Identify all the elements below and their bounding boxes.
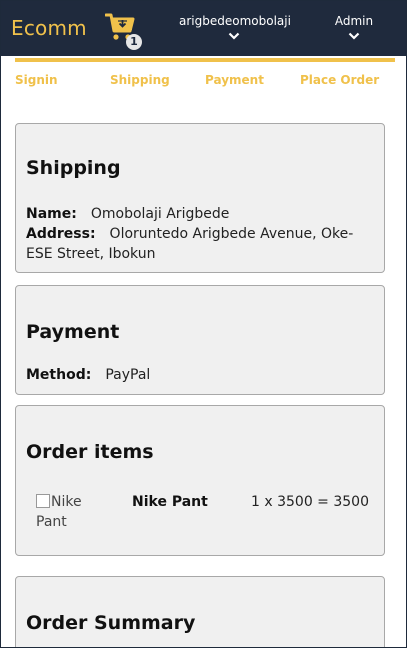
cart-count-badge: 1 xyxy=(126,34,142,50)
order-summary-card: Order Summary xyxy=(15,576,385,647)
name-label: Name: xyxy=(26,206,77,222)
admin-menu-dropdown[interactable]: Admin xyxy=(331,14,377,40)
order-summary-title: Order Summary xyxy=(26,612,196,634)
brand-logo[interactable]: Ecomm xyxy=(11,16,87,40)
method-value: PayPal xyxy=(105,367,151,383)
method-label: Method: xyxy=(26,367,92,383)
item-price-calc: 1 x 3500 = 3500 xyxy=(251,494,369,510)
step-signin: Signin xyxy=(15,73,58,87)
order-items-title: Order items xyxy=(26,441,154,463)
chevron-down-icon xyxy=(228,32,240,40)
navbar: Ecomm 1 arigbedeomobolaji Admin xyxy=(1,1,406,56)
address-label: Address: xyxy=(26,226,96,242)
payment-card: Payment Method: PayPal xyxy=(15,285,385,395)
name-value: Omobolaji Arigbede xyxy=(90,206,230,222)
order-items-card: Order items Nike Pant Nike Pant 1 x 3500… xyxy=(15,405,385,556)
item-name-link[interactable]: Nike Pant xyxy=(132,494,208,510)
cart-button[interactable]: 1 xyxy=(105,12,142,50)
admin-label: Admin xyxy=(334,14,374,28)
payment-method-row: Method: PayPal xyxy=(26,365,150,385)
shipping-address-row: Address: Oloruntedo Arigbede Avenue, Oke-… xyxy=(26,224,366,264)
step-place-order: Place Order xyxy=(300,73,380,87)
shipping-card: Shipping Name: Omobolaji Arigbede Address… xyxy=(15,123,385,273)
app-frame: Ecomm 1 arigbedeomobolaji Admin Signin S… xyxy=(0,0,407,648)
payment-title: Payment xyxy=(26,321,120,343)
item-image-broken[interactable]: Nike Pant xyxy=(36,492,106,532)
step-shipping: Shipping xyxy=(110,73,170,87)
step-payment: Payment xyxy=(205,73,264,87)
user-name-label: arigbedeomobolaji xyxy=(179,14,291,28)
shipping-title: Shipping xyxy=(26,157,121,179)
shipping-name-row: Name: Omobolaji Arigbede xyxy=(26,204,366,224)
broken-image-icon xyxy=(36,494,50,508)
user-menu-dropdown[interactable]: arigbedeomobolaji xyxy=(179,14,291,40)
checkout-steps-progress xyxy=(15,58,395,62)
chevron-down-icon xyxy=(348,32,360,40)
